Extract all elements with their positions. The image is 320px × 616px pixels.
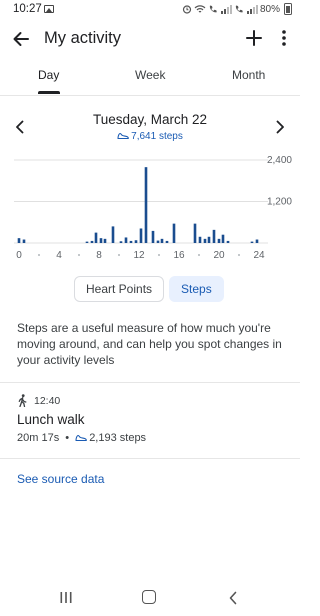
y-tick-label: 1,200 bbox=[267, 197, 292, 208]
daily-steps-total: 7,641 steps bbox=[0, 131, 300, 142]
chart-bar bbox=[226, 240, 230, 243]
chart-bar bbox=[212, 229, 216, 243]
y-tick-label: 2,400 bbox=[267, 155, 292, 166]
x-tick-label: 0 bbox=[16, 250, 22, 261]
status-icons: 80% bbox=[182, 3, 292, 15]
chevron-right-icon[interactable] bbox=[272, 118, 288, 136]
activity-entry[interactable]: 12:40 Lunch walk 20m 17s • 2,193 steps bbox=[0, 390, 300, 450]
status-time: 10:27 bbox=[13, 3, 42, 15]
chart-bar bbox=[119, 241, 123, 243]
nav-back-icon[interactable] bbox=[228, 591, 238, 605]
activity-steps: 2,193 steps bbox=[89, 432, 147, 444]
chart-bar bbox=[134, 240, 138, 243]
meta-separator: • bbox=[65, 432, 70, 444]
call-signal-icon bbox=[235, 5, 243, 13]
steps-description: Steps are a useful measure of how much y… bbox=[17, 321, 282, 367]
chart-bar bbox=[193, 223, 197, 243]
chart-bar bbox=[250, 241, 254, 243]
chart-bar bbox=[94, 232, 98, 243]
chart-bar bbox=[160, 238, 164, 243]
app-bar: My activity bbox=[0, 20, 300, 60]
x-minor-tick bbox=[238, 254, 240, 256]
chart-bar bbox=[124, 237, 128, 243]
divider bbox=[0, 458, 300, 459]
chart-bar bbox=[99, 238, 103, 243]
x-minor-tick bbox=[158, 254, 160, 256]
daily-steps-text: 7,641 steps bbox=[131, 131, 183, 142]
chart-bar bbox=[156, 240, 160, 243]
selected-date: Tuesday, March 22 bbox=[92, 112, 208, 127]
shoe-icon bbox=[117, 132, 129, 140]
activity-title: Lunch walk bbox=[17, 412, 85, 427]
chart-bar bbox=[17, 238, 21, 243]
page-title: My activity bbox=[44, 29, 122, 47]
chart-bar bbox=[203, 238, 207, 243]
chart-bar bbox=[221, 234, 225, 243]
home-icon[interactable] bbox=[142, 590, 156, 604]
chart-bar bbox=[144, 167, 148, 243]
arrow-back-icon[interactable] bbox=[10, 28, 32, 50]
chart-bar bbox=[217, 238, 221, 243]
chart-bar bbox=[103, 238, 107, 243]
chart-bar bbox=[165, 240, 169, 243]
walking-person-icon bbox=[18, 394, 27, 407]
x-tick-label: 12 bbox=[133, 250, 145, 261]
date-navigator: Tuesday, March 22 7,641 steps bbox=[0, 108, 300, 148]
chart-bar bbox=[139, 228, 143, 243]
chart-bar bbox=[90, 240, 94, 243]
heart-points-chip[interactable]: Heart Points bbox=[74, 276, 165, 302]
add-icon[interactable] bbox=[244, 28, 264, 48]
gallery-notification-icon bbox=[44, 5, 54, 13]
period-tabs: Day Week Month bbox=[0, 60, 300, 96]
divider bbox=[0, 382, 300, 383]
chart-bar bbox=[129, 240, 133, 243]
more-vert-icon[interactable] bbox=[278, 28, 290, 48]
see-source-data-link[interactable]: See source data bbox=[17, 472, 104, 486]
activity-duration: 20m 17s bbox=[17, 432, 60, 444]
call-icon bbox=[209, 5, 217, 13]
chart-bar bbox=[172, 223, 176, 243]
chart-bar bbox=[22, 239, 26, 243]
x-minor-tick bbox=[38, 254, 40, 256]
chart-bar bbox=[111, 226, 115, 243]
x-minor-tick bbox=[78, 254, 80, 256]
signal-icon bbox=[220, 5, 232, 14]
x-tick-label: 8 bbox=[96, 250, 102, 261]
metric-chips: Heart Points Steps bbox=[74, 276, 224, 302]
x-minor-tick bbox=[198, 254, 200, 256]
steps-chip[interactable]: Steps bbox=[169, 276, 224, 302]
chart-bar bbox=[151, 230, 155, 243]
chart-bar bbox=[198, 236, 202, 243]
tab-week[interactable]: Week bbox=[135, 68, 165, 82]
activity-meta: 20m 17s • 2,193 steps bbox=[17, 432, 146, 444]
x-tick-label: 20 bbox=[213, 250, 225, 261]
signal-2-icon bbox=[246, 5, 258, 14]
x-minor-tick bbox=[118, 254, 120, 256]
x-tick-label: 24 bbox=[253, 250, 265, 261]
tab-day[interactable]: Day bbox=[38, 68, 59, 82]
wifi-icon bbox=[194, 5, 206, 13]
chart-bar bbox=[207, 236, 211, 243]
alarm-icon bbox=[182, 5, 192, 14]
recents-icon[interactable] bbox=[60, 592, 72, 603]
tab-month[interactable]: Month bbox=[232, 68, 265, 82]
activity-time: 12:40 bbox=[34, 395, 61, 407]
system-nav-bar bbox=[0, 580, 300, 616]
shoe-icon bbox=[75, 434, 88, 442]
chart-bar bbox=[85, 241, 89, 243]
x-tick-label: 4 bbox=[56, 250, 62, 261]
tab-indicator bbox=[38, 91, 60, 94]
steps-chart: 2,400 1,200 0 4 8 12 16 20 24 bbox=[14, 155, 292, 261]
x-tick-label: 16 bbox=[173, 250, 185, 261]
chart-bar bbox=[255, 239, 259, 243]
status-bar: 10:27 80% bbox=[0, 0, 300, 20]
battery-icon bbox=[284, 3, 292, 15]
battery-percent: 80% bbox=[259, 3, 280, 15]
